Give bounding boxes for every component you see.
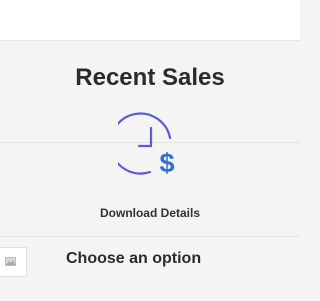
page-title: Recent Sales	[75, 64, 225, 91]
choose-option-heading[interactable]: Choose an option	[66, 248, 201, 270]
image-thumbnail[interactable]	[0, 247, 27, 277]
top-bar	[0, 0, 300, 41]
svg-text:$: $	[159, 148, 174, 178]
clock-dollar-icon[interactable]: $	[109, 112, 184, 178]
download-details-link[interactable]: Download Details	[0, 205, 300, 221]
image-placeholder-icon	[5, 257, 16, 266]
